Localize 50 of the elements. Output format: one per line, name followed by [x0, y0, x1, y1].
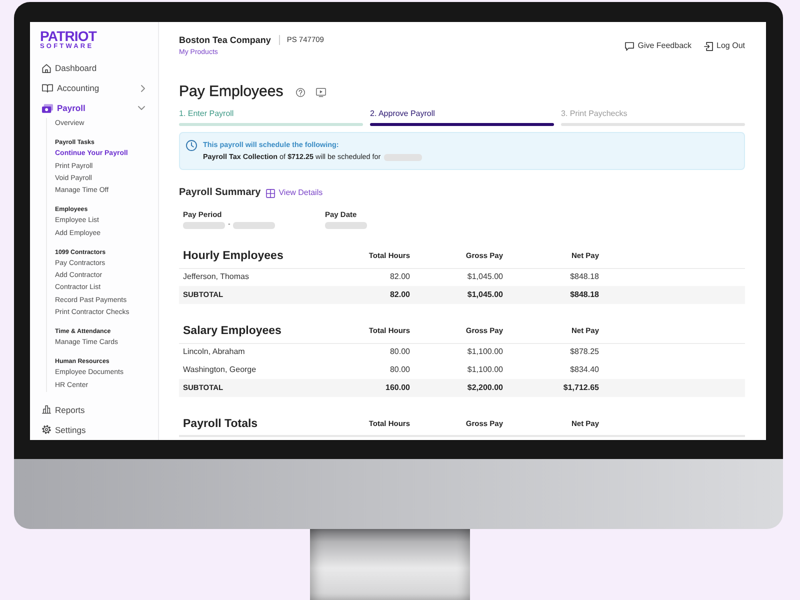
sidebar-item[interactable]: Reports	[40, 400, 148, 420]
redacted-placeholder	[183, 222, 225, 228]
employee-name: Jefferson, Thomas	[179, 268, 319, 286]
home-icon	[42, 64, 51, 72]
employee-name: Lincoln, Abraham	[179, 343, 319, 361]
table-cell: $1,045.00	[411, 268, 504, 286]
redacted-placeholder	[384, 154, 422, 160]
table-cell: $1,712.65	[504, 379, 600, 397]
company-name: Boston Tea Company	[179, 34, 271, 46]
view-details-link[interactable]: View Details	[266, 188, 323, 198]
video-icon[interactable]	[316, 88, 326, 96]
table-cell: $848.18	[504, 286, 600, 304]
logout-icon	[704, 42, 713, 50]
table-cell: $1,100.00	[411, 343, 504, 361]
bar-chart-icon	[42, 405, 51, 414]
table-cell: 82.00	[319, 268, 411, 286]
table-cell: $2,200.00	[411, 379, 504, 397]
redacted-placeholder	[325, 222, 367, 228]
step-label: 2. Approve Payroll	[370, 109, 435, 119]
table-cell: 160.00	[319, 379, 411, 397]
page-title: Pay Employees	[179, 82, 284, 102]
table-cell: $848.18	[504, 268, 600, 286]
cash-icon	[42, 104, 53, 112]
help-icon[interactable]	[296, 88, 306, 96]
table-cell: $1,100.00	[411, 361, 504, 379]
table-cell: 82.00	[319, 286, 411, 304]
sidebar-item[interactable]: Settings	[40, 420, 148, 440]
section-title: Salary Employees	[179, 320, 319, 343]
sidebar-item[interactable]: Payroll	[40, 98, 148, 118]
logout-link[interactable]: Log Out	[704, 40, 745, 52]
settings-icon	[42, 425, 51, 434]
section-title: Hourly Employees	[179, 245, 319, 268]
section-title: Payroll Totals	[179, 413, 319, 436]
book-icon	[42, 84, 53, 92]
step-label: 3. Print Paychecks	[561, 109, 628, 119]
redacted-placeholder	[233, 222, 276, 228]
table-cell: $878.25	[504, 343, 600, 361]
sidebar-item[interactable]: Dashboard	[40, 58, 148, 78]
table-cell: $834.40	[504, 361, 600, 379]
table-icon	[266, 188, 275, 198]
employee-name: Washington, George	[179, 361, 319, 379]
table-cell: 80.00	[319, 361, 411, 379]
clock-icon	[186, 140, 197, 151]
chat-bubble-icon	[624, 42, 634, 50]
feedback-link[interactable]: Give Feedback	[624, 40, 692, 52]
sidebar-item[interactable]: Accounting	[40, 78, 148, 98]
table-cell: 80.00	[319, 343, 411, 361]
step-label: 1. Enter Payroll	[179, 109, 234, 119]
table-cell: $1,045.00	[411, 286, 504, 304]
section-heading: Payroll Summary	[179, 186, 261, 200]
